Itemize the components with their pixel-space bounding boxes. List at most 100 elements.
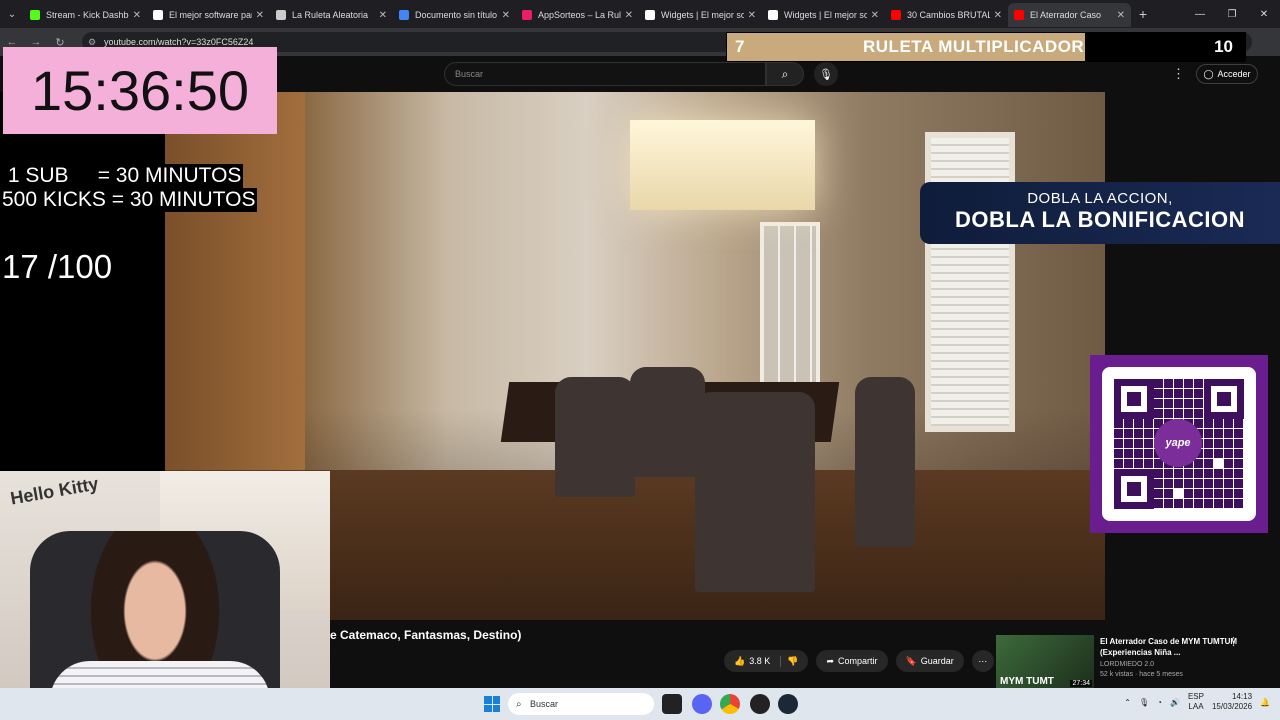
stream-timer: 15:36:50 [3, 47, 277, 134]
search-button[interactable]: ⌕ [766, 62, 804, 86]
tab-close-icon[interactable]: ✕ [748, 10, 756, 21]
share-label: Compartir [838, 656, 878, 666]
share-button[interactable]: ➦ Compartir [816, 650, 888, 672]
recommended-info: El Aterrador Caso de MYM TUMTUM (Experie… [1100, 636, 1240, 678]
save-label: Guardar [920, 656, 954, 666]
tab-close-icon[interactable]: ✕ [994, 10, 1002, 21]
recommended-title[interactable]: El Aterrador Caso de MYM TUMTUM (Experie… [1100, 636, 1240, 658]
tab-favicon-icon [1014, 10, 1024, 20]
more-actions-button[interactable]: ⋯ [971, 650, 994, 672]
like-button[interactable]: 👍 3.8 K 👎 [724, 650, 809, 672]
browser-tab[interactable]: La Ruleta Aleatoria ✕ [270, 3, 393, 27]
maximize-icon[interactable]: ❐ [1216, 0, 1248, 28]
browser-tab[interactable]: El Aterrador Caso ✕ [1008, 3, 1131, 27]
tab-list: Stream - Kick Dashbo ✕ El mejor software p… [24, 1, 1131, 27]
tab-title: El Aterrador Caso [1030, 10, 1102, 20]
tab-favicon-icon [30, 10, 40, 20]
tab-close-icon[interactable]: ✕ [1117, 10, 1125, 21]
windows-start-icon[interactable] [484, 696, 500, 712]
browser-tab-strip: ⌄ Stream - Kick Dashbo ✕ El mejor software… [0, 0, 1280, 28]
tab-title: Widgets | El mejor so [784, 10, 867, 20]
pendant-lamp [630, 120, 815, 210]
webcam-feed: Hello Kitty [0, 471, 330, 720]
thumbs-up-icon: 👍 [734, 655, 746, 666]
microphone-icon[interactable]: 🎙 [1139, 698, 1149, 707]
bookmark-icon: 🔖 [905, 655, 917, 666]
tab-close-icon[interactable]: ✕ [502, 10, 510, 21]
clock-time: 14:13 [1232, 692, 1253, 701]
close-window-icon[interactable]: ✕ [1248, 0, 1280, 28]
sign-in-label: Acceder [1217, 69, 1251, 79]
thumbs-down-icon[interactable]: 👎 [780, 655, 798, 667]
tab-title: AppSorteos – La Rule [538, 10, 621, 20]
door [760, 222, 820, 392]
qr-panel: yape [1090, 355, 1268, 533]
roulette-right-number: 10 [1214, 37, 1233, 56]
tab-favicon-icon [891, 10, 901, 20]
more-options-icon[interactable]: ⋮ [1172, 66, 1185, 82]
tab-search-chevron-icon[interactable]: ⌄ [0, 0, 24, 28]
wifi-icon[interactable]: ◔ [1157, 698, 1162, 707]
sign-in-button[interactable]: ◯ Acceder [1196, 64, 1258, 84]
clock[interactable]: 14:13 15/03/2026 [1212, 692, 1252, 712]
recommended-channel[interactable]: LORDMIEDO 2.0 [1100, 661, 1240, 668]
chrome-icon[interactable] [720, 694, 740, 714]
thumbnail-text: MYM TUMT [1000, 676, 1054, 687]
video-duration: 27:34 [1070, 680, 1092, 687]
account-icon: ◯ [1203, 68, 1214, 79]
roulette-title: RULETA MULTIPLICADORA [863, 37, 1097, 56]
search-icon: ⌕ [516, 698, 522, 710]
obs-icon[interactable] [750, 694, 770, 714]
browser-tab[interactable]: Documento sin título ✕ [393, 3, 516, 27]
steam-icon[interactable] [778, 694, 798, 714]
browser-tab[interactable]: Widgets | El mejor so ✕ [762, 3, 885, 27]
window [925, 132, 1015, 432]
volume-icon[interactable]: 🔊 [1170, 698, 1180, 707]
browser-tab[interactable]: El mejor software par ✕ [147, 3, 270, 27]
new-tab-button[interactable]: + [1131, 6, 1155, 22]
cabinet [165, 92, 305, 470]
minimize-icon[interactable]: — [1184, 0, 1216, 28]
site-info-icon[interactable]: ⚙ [88, 37, 96, 48]
notification-icon[interactable]: 🔔 [1260, 698, 1270, 707]
tab-close-icon[interactable]: ✕ [379, 10, 387, 21]
tab-title: 30 Cambios BRUTALE [907, 10, 990, 20]
promo-line-2: DOBLA LA BONIFICACION [955, 207, 1245, 232]
tab-favicon-icon [645, 10, 655, 20]
roulette-banner: 7 RULETA MULTIPLICADORA 10 [726, 32, 1246, 62]
system-tray: ⌃ 🎙 ◔ 🔊 ESP LAA 14:13 15/03/2026 🔔 [1124, 692, 1270, 712]
browser-tab[interactable]: 30 Cambios BRUTALE ✕ [885, 3, 1008, 27]
recommended-thumbnail[interactable]: MYM TUMT 27:34 [996, 635, 1094, 689]
taskbar-search-label: Buscar [530, 699, 559, 709]
rule-kicks: 500 KICKS = 30 MINUTOS [0, 188, 258, 212]
tray-chevron-icon[interactable]: ⌃ [1124, 698, 1131, 707]
rule-sub: 1 SUB = 30 MINUTOS [0, 164, 244, 188]
search-input[interactable]: Buscar [444, 62, 766, 86]
video-actions: 👍 3.8 K 👎 ➦ Compartir 🔖 Guardar ⋯ [724, 650, 994, 672]
tab-title: Stream - Kick Dashbo [46, 10, 129, 20]
browser-tab[interactable]: Widgets | El mejor so ✕ [639, 3, 762, 27]
taskbar-search[interactable]: ⌕ Buscar [508, 693, 654, 715]
hello-kitty-decor: Hello Kitty [8, 473, 100, 509]
browser-tab[interactable]: Stream - Kick Dashbo ✕ [24, 3, 147, 27]
language-indicator[interactable]: ESP LAA [1188, 692, 1204, 712]
recommended-menu-icon[interactable]: ⋮ [1228, 635, 1239, 648]
tab-close-icon[interactable]: ✕ [256, 10, 264, 21]
promo-line-1: DOBLA LA ACCION, [1027, 190, 1173, 207]
tab-close-icon[interactable]: ✕ [133, 10, 141, 21]
tab-favicon-icon [768, 10, 778, 20]
discord-icon[interactable] [692, 694, 712, 714]
chair [555, 377, 635, 497]
qr-card: yape [1102, 367, 1256, 521]
chair [695, 392, 815, 592]
tab-close-icon[interactable]: ✕ [625, 10, 633, 21]
tab-favicon-icon [276, 10, 286, 20]
voice-search-button[interactable]: 🎙 [814, 62, 838, 86]
save-button[interactable]: 🔖 Guardar [895, 650, 964, 672]
tab-close-icon[interactable]: ✕ [871, 10, 879, 21]
microphone-icon: 🎙 [819, 68, 833, 81]
recommended-video[interactable]: MYM TUMT 27:34 El Aterrador Caso de MYM … [996, 633, 1280, 689]
goal-counter: 17 /100 [2, 248, 113, 285]
task-view-icon[interactable] [662, 694, 682, 714]
browser-tab[interactable]: AppSorteos – La Rule ✕ [516, 3, 639, 27]
